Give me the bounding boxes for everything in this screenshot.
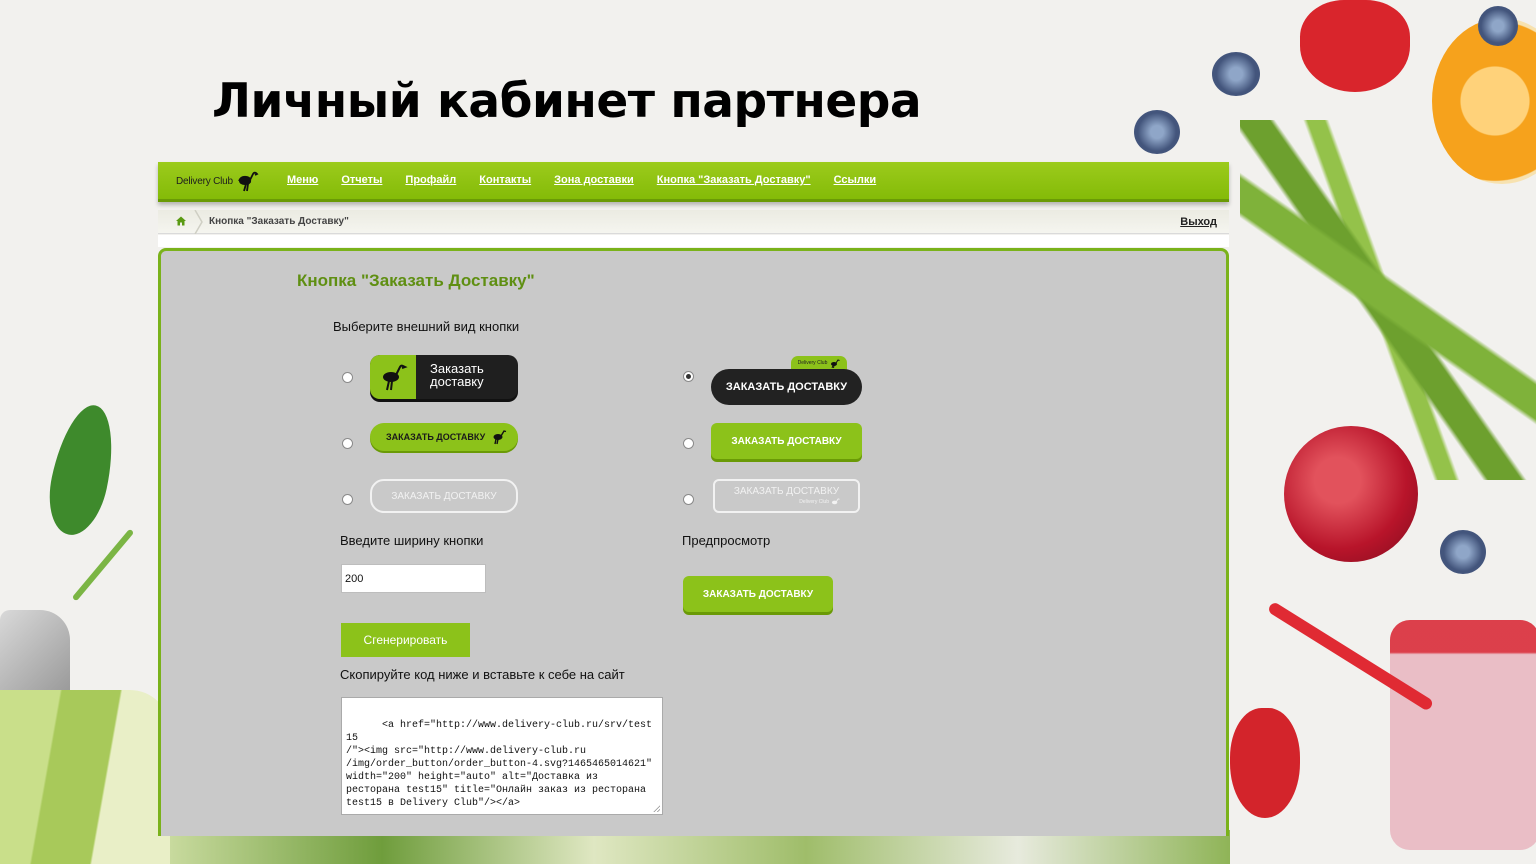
style-option-outline-rect[interactable]: ЗАКАЗАТЬ ДОСТАВКУ Delivery Club [713, 479, 860, 513]
main-nav: Меню Отчеты Профайл Контакты Зона достав… [287, 174, 899, 186]
nav-contacts-link[interactable]: Контакты [479, 174, 531, 186]
style-radio-3[interactable] [342, 494, 353, 505]
nav-reports-link[interactable]: Отчеты [341, 174, 382, 186]
nav-links-link[interactable]: Ссылки [834, 174, 877, 186]
spacer [158, 235, 1229, 247]
preview-button[interactable]: ЗАКАЗАТЬ ДОСТАВКУ [683, 576, 833, 612]
ostrich-icon [238, 171, 259, 192]
embed-code-textarea[interactable]: <a href="http://www.delivery-club.ru/srv… [341, 697, 663, 815]
nav-menu-link[interactable]: Меню [287, 174, 318, 186]
slide-title: Личный кабинет партнера [212, 74, 922, 129]
logout-link[interactable]: Выход [1180, 216, 1217, 228]
width-label: Введите ширину кнопки [340, 533, 484, 548]
option-4-text: ЗАКАЗАТЬ ДОСТАВКУ [725, 381, 848, 393]
breadcrumb-separator-icon [194, 210, 203, 234]
nav-order-button-link[interactable]: Кнопка "Заказать Доставку" [657, 174, 811, 186]
strawberry-decoration [1230, 708, 1300, 818]
partner-cabinet-window: Delivery Club Меню Отчеты Профайл Контак… [158, 162, 1229, 836]
style-radio-6[interactable] [683, 494, 694, 505]
nav-delivery-zone-link[interactable]: Зона доставки [554, 174, 634, 186]
blueberry-decoration [1440, 530, 1486, 574]
style-option-outline-rounded[interactable]: ЗАКАЗАТЬ ДОСТАВКУ [370, 479, 518, 513]
delivery-club-logo[interactable]: Delivery Club [176, 170, 259, 192]
strawberry-decoration [1300, 0, 1410, 92]
style-option-black-pill[interactable]: ЗАКАЗАТЬ ДОСТАВКУ [711, 369, 862, 405]
style-radio-4[interactable] [683, 371, 694, 382]
nav-profile-link[interactable]: Профайл [405, 174, 456, 186]
option-6-text: ЗАКАЗАТЬ ДОСТАВКУ [733, 486, 840, 497]
copy-code-label: Скопируйте код ниже и вставьте к себе на… [340, 667, 625, 682]
resize-grip-icon[interactable] [653, 805, 660, 812]
blueberry-decoration [1212, 52, 1260, 96]
option-3-text: ЗАКАЗАТЬ ДОСТАВКУ [391, 490, 497, 502]
ostrich-icon [831, 358, 841, 368]
blueberry-decoration [1478, 6, 1518, 46]
stem-decoration [71, 528, 135, 602]
jar-decoration [1390, 620, 1536, 850]
width-input[interactable] [341, 564, 486, 593]
style-radio-1[interactable] [342, 372, 353, 383]
bottle-decoration [0, 690, 170, 864]
style-option-green-rect[interactable]: ЗАКАЗАТЬ ДОСТАВКУ [711, 423, 862, 459]
ostrich-icon [493, 430, 507, 445]
choose-style-label: Выберите внешний вид кнопки [333, 319, 520, 334]
panel-title: Кнопка "Заказать Доставку" [297, 271, 535, 290]
option-5-text: ЗАКАЗАТЬ ДОСТАВКУ [731, 435, 842, 447]
order-button-panel: Кнопка "Заказать Доставку" Выберите внеш… [158, 248, 1229, 836]
generate-button[interactable]: Сгенерировать [341, 623, 470, 657]
home-icon[interactable] [175, 215, 187, 227]
style-option-green-pill[interactable]: ЗАКАЗАТЬ ДОСТАВКУ [370, 423, 518, 451]
ostrich-icon [831, 498, 840, 505]
option-2-text: ЗАКАЗАТЬ ДОСТАВКУ [386, 432, 486, 442]
spinach-leaf-decoration [40, 399, 124, 541]
breadcrumb: Кнопка "Заказать Доставку" Выход [158, 210, 1229, 234]
top-navigation-bar: Delivery Club Меню Отчеты Профайл Контак… [158, 162, 1229, 202]
delivery-club-badge: Delivery Club [791, 356, 847, 370]
preview-label: Предпросмотр [682, 533, 771, 548]
logo-text: Delivery Club [176, 175, 233, 187]
embed-code-text: <a href="http://www.delivery-club.ru/srv… [346, 720, 653, 809]
plum-decoration [1284, 426, 1418, 562]
preview-button-text: ЗАКАЗАТЬ ДОСТАВКУ [702, 588, 814, 600]
option-1-text: Заказать доставку [430, 361, 484, 389]
ostrich-icon [383, 364, 408, 391]
style-option-black-ostrich[interactable]: Заказать доставку [370, 355, 518, 399]
style-radio-2[interactable] [342, 438, 353, 449]
option-6-subtext: Delivery Club [799, 498, 840, 506]
style-radio-5[interactable] [683, 438, 694, 449]
blueberry-decoration [1134, 110, 1180, 154]
breadcrumb-current: Кнопка "Заказать Доставку" [209, 216, 349, 227]
